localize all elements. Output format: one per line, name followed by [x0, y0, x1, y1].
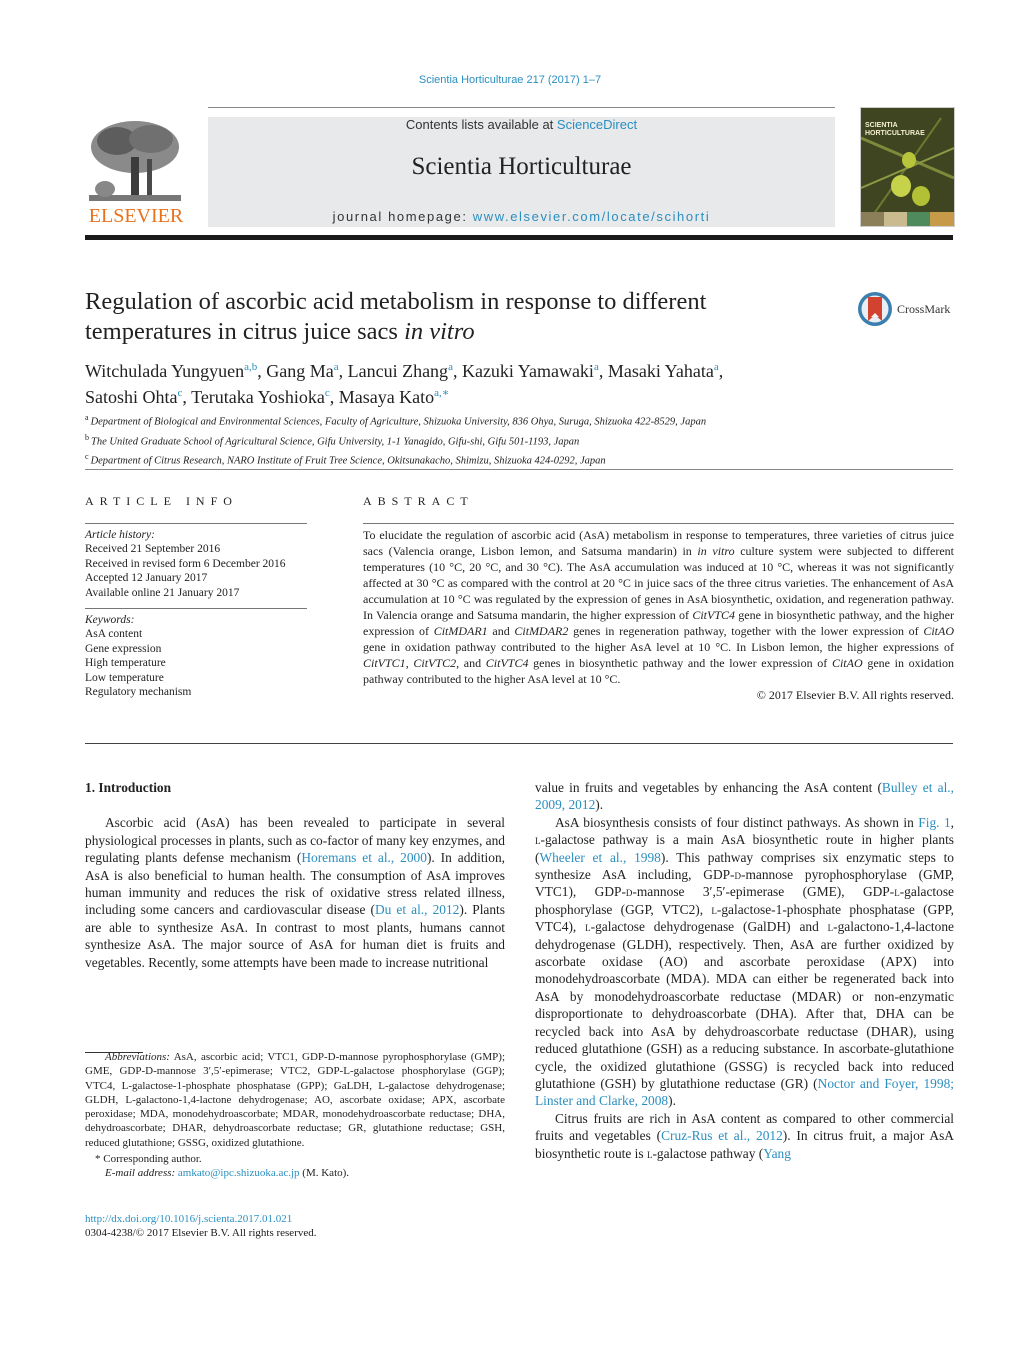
article-info-column: ARTICLE INFO Article history: Received 2… [85, 494, 307, 699]
body-right-column: value in fruits and vegetables by enhanc… [535, 779, 954, 1162]
header-top-rule [208, 107, 835, 108]
abstract-heading: ABSTRACT [363, 494, 474, 508]
journal-cover-image[interactable]: SCIENTIA HORTICULTURAE [860, 107, 955, 227]
author-name[interactable]: Witchulada Yungyuen [85, 361, 244, 381]
keywords-label: Keywords: [85, 614, 135, 627]
article-info-rule [85, 523, 307, 524]
abstract-text: To elucidate the regulation of ascorbic … [363, 528, 955, 686]
author-name[interactable]: Kazuki Yamawaki [462, 361, 594, 381]
affiliation-marker[interactable]: a [594, 361, 599, 373]
article-title: Regulation of ascorbic acid metabolism i… [85, 287, 825, 347]
issn-line: 0304-4238/© 2017 Elsevier B.V. All right… [85, 1227, 317, 1240]
affiliation: a Department of Biological and Environme… [85, 413, 707, 428]
homepage-line: journal homepage: www.elsevier.com/locat… [208, 209, 835, 224]
keyword-item: High temperature [85, 657, 166, 670]
corresponding-author-note: * Corresponding author. [95, 1153, 202, 1166]
affiliation-marker[interactable]: c [325, 387, 330, 399]
affiliation-marker[interactable]: a [448, 361, 453, 373]
keywords-rule [85, 608, 307, 610]
homepage-prefix: journal homepage: [332, 209, 473, 224]
history-item: Accepted 12 January 2017 [85, 572, 208, 585]
abstract-column: ABSTRACT To elucidate the regulation of … [363, 494, 954, 703]
journal-homepage-link[interactable]: www.elsevier.com/locate/scihorti [473, 209, 711, 224]
doi-link[interactable]: http://dx.doi.org/10.1016/j.scienta.2017… [85, 1213, 292, 1225]
abbreviations-footnote: Abbreviations: AsA, ascorbic acid; VTC1,… [85, 1051, 505, 1149]
elsevier-tree-icon [89, 121, 181, 201]
author-name[interactable]: Lancui Zhang [348, 361, 448, 381]
email-line: E-mail address: amkato@ipc.shizuoka.ac.j… [105, 1167, 350, 1180]
author-list: Witchulada Yungyuena,b, Gang Maa, Lancui… [85, 361, 724, 407]
keyword-item: Regulatory mechanism [85, 686, 192, 699]
title-text: Regulation of ascorbic acid metabolism i… [85, 288, 707, 345]
author-name[interactable]: Satoshi Ohta [85, 387, 178, 407]
journal-banner: Contents lists available at ScienceDirec… [208, 117, 835, 227]
affiliation-marker[interactable]: a,b [244, 361, 257, 373]
citation-link[interactable]: Yang [763, 1146, 791, 1161]
journal-title: Scientia Horticulturae [411, 153, 632, 180]
doi-block: http://dx.doi.org/10.1016/j.scienta.2017… [85, 1212, 505, 1241]
affiliation: c Department of Citrus Research, NARO In… [85, 452, 606, 467]
intro-paragraph-3: Citrus fruits are rich in AsA content as… [535, 1110, 954, 1161]
history-label: Article history: [85, 529, 155, 541]
footnotes: Abbreviations: AsA, ascorbic acid; VTC1,… [85, 1050, 505, 1181]
section-heading-introduction: 1. Introduction [85, 780, 172, 795]
keyword-item: Gene expression [85, 642, 162, 655]
history-item: Received 21 September 2016 [85, 543, 221, 556]
author-email-link[interactable]: amkato@ipc.shizuoka.ac.jp [178, 1167, 300, 1179]
keyword-item: AsA content [85, 628, 143, 641]
intro-paragraph-2: AsA biosynthesis consists of four distin… [535, 814, 954, 1109]
author-name[interactable]: Masaki Yahata [608, 361, 714, 381]
elsevier-logo[interactable]: ELSEVIER [85, 115, 187, 227]
abstract-copyright: © 2017 Elsevier B.V. All rights reserved… [756, 688, 954, 702]
history-item: Received in revised form 6 December 2016 [85, 557, 286, 570]
affiliation-marker[interactable]: a [334, 361, 339, 373]
keyword-item: Low temperature [85, 671, 164, 684]
contents-prefix: Contents lists available at [405, 117, 557, 132]
article-info-heading: ARTICLE INFO [85, 494, 238, 508]
author-name[interactable]: Masaya Kato [339, 387, 434, 407]
abstract-rule [363, 523, 954, 524]
title-italic: in vitro [404, 318, 475, 345]
keywords: Keywords: AsA content Gene expression Hi… [85, 613, 307, 699]
header-thick-rule [85, 235, 953, 240]
cover-title-line1: SCIENTIA [865, 122, 898, 129]
crossmark-label: CrossMark [897, 302, 951, 316]
cover-title: SCIENTIA HORTICULTURAE [865, 122, 925, 138]
affiliation-marker[interactable]: c [178, 387, 183, 399]
citation-link[interactable]: Horemans et al., 2000 [301, 850, 427, 865]
citation-link[interactable]: Cruz-Rus et al., 2012 [661, 1128, 783, 1143]
affiliation-marker[interactable]: a [714, 361, 719, 373]
crossmark-icon [858, 292, 892, 326]
affiliation-list: a Department of Biological and Environme… [85, 410, 945, 469]
body-left-column: 1. Introduction Ascorbic acid (AsA) has … [85, 779, 505, 971]
sciencedirect-link[interactable]: ScienceDirect [557, 117, 637, 132]
citation-link[interactable]: Wheeler et al., 1998 [539, 850, 660, 865]
figure-link[interactable]: Fig. 1 [918, 815, 950, 830]
contents-line: Contents lists available at ScienceDirec… [208, 117, 835, 132]
history-item: Available online 21 January 2017 [85, 586, 240, 599]
intro-paragraph-1-continued: value in fruits and vegetables by enhanc… [535, 780, 954, 813]
author-name[interactable]: Gang Ma [266, 361, 333, 381]
article-history: Article history: Received 21 September 2… [85, 528, 307, 600]
cover-title-line2: HORTICULTURAE [865, 130, 925, 137]
citation-link[interactable]: Du et al., 2012 [375, 902, 459, 917]
publisher-name: ELSEVIER [88, 205, 184, 227]
abstract-end-rule [85, 743, 953, 744]
intro-paragraph-1: Ascorbic acid (AsA) has been revealed to… [85, 815, 506, 970]
title-separator-rule [85, 469, 953, 470]
journal-citation-link[interactable]: Scientia Horticulturae 217 (2017) 1–7 [0, 74, 1020, 86]
affiliation-marker[interactable]: a,∗ [434, 387, 449, 399]
affiliation: b The United Graduate School of Agricult… [85, 432, 580, 448]
author-name[interactable]: Terutaka Yoshioka [191, 387, 325, 407]
crossmark-button[interactable]: CrossMark [857, 290, 957, 330]
